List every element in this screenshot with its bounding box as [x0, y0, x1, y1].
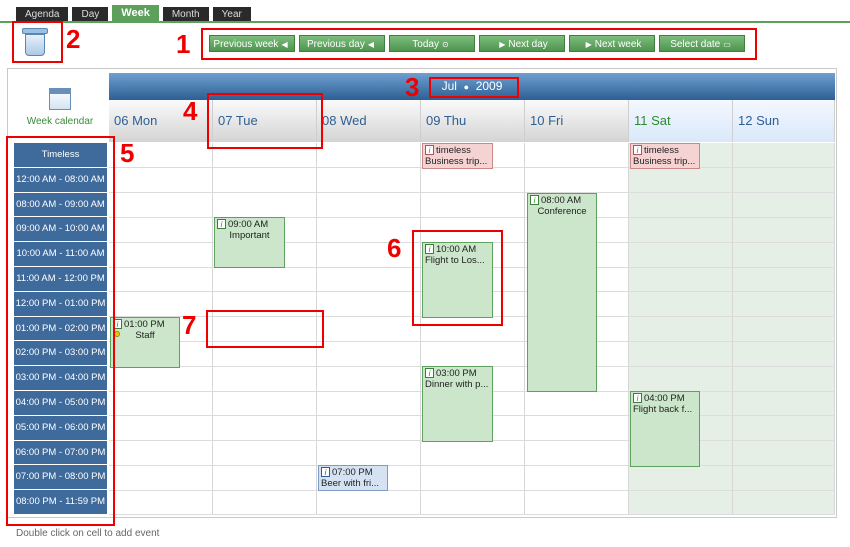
- event-title: Beer with fri...: [321, 478, 380, 489]
- view-tabs: Agenda Day Week Month Year: [16, 5, 251, 22]
- event-business-trip-sat[interactable]: i timeless Business trip...: [630, 143, 700, 169]
- event-title: Staff: [135, 330, 155, 341]
- week-calendar-label: Week calendar: [26, 116, 94, 127]
- annotation-box-6: [412, 230, 503, 326]
- week-calendar-link[interactable]: Week calendar: [15, 88, 105, 127]
- event-dinner[interactable]: i 03:00 PM Dinner with p...: [422, 366, 493, 442]
- annotation-number-5: 5: [120, 138, 135, 168]
- info-icon[interactable]: i: [425, 145, 434, 155]
- event-time: 03:00 PM: [436, 368, 477, 379]
- day-column-wed[interactable]: [317, 143, 421, 515]
- annotation-box-7: [206, 310, 324, 348]
- event-title: Flight back f...: [633, 404, 693, 415]
- day-header-fri[interactable]: 10 Fri: [525, 100, 629, 142]
- tab-divider: [0, 21, 850, 23]
- event-title: Business trip...: [425, 156, 488, 167]
- annotation-number-7: 7: [182, 310, 197, 340]
- grid-line: [109, 465, 835, 466]
- day-header-sat[interactable]: 11 Sat: [629, 100, 733, 142]
- tab-day[interactable]: Day: [72, 7, 109, 22]
- day-column-thu[interactable]: [421, 143, 525, 515]
- annotation-box-2: [12, 21, 63, 63]
- annotation-number-4: 4: [183, 96, 198, 126]
- day-header-wed[interactable]: 08 Wed: [317, 100, 421, 142]
- event-time: 04:00 PM: [644, 393, 685, 404]
- info-icon[interactable]: i: [530, 195, 539, 205]
- annotation-number-6: 6: [387, 233, 402, 263]
- annotation-number-1: 1: [176, 29, 191, 59]
- event-staff[interactable]: i 01:00 PM Staff: [110, 317, 180, 368]
- info-icon[interactable]: i: [633, 393, 642, 403]
- grid-line: [109, 490, 835, 491]
- annotation-box-1: [201, 28, 757, 60]
- annotation-number-2: 2: [66, 24, 81, 54]
- annotation-box-3: [429, 77, 519, 98]
- info-icon[interactable]: i: [425, 368, 434, 378]
- event-title: Business trip...: [633, 156, 696, 167]
- day-header-sun[interactable]: 12 Sun: [733, 100, 835, 142]
- event-time: 09:00 AM: [228, 219, 269, 230]
- event-time: timeless: [436, 145, 471, 156]
- tab-week[interactable]: Week: [112, 5, 159, 22]
- tab-agenda[interactable]: Agenda: [16, 7, 69, 22]
- event-time: 08:00 AM: [541, 195, 582, 206]
- calendar-icon: [49, 88, 71, 110]
- annotation-box-4: [207, 93, 323, 149]
- day-column-sun[interactable]: [733, 143, 835, 515]
- event-time: 01:00 PM: [124, 319, 165, 330]
- annotation-box-5: [6, 136, 115, 526]
- event-title: Important: [229, 230, 270, 241]
- event-conference[interactable]: i 08:00 AM Conference: [527, 193, 597, 392]
- tab-year[interactable]: Year: [212, 7, 251, 22]
- event-time: timeless: [644, 145, 679, 156]
- event-time: 07:00 PM: [332, 467, 373, 478]
- tab-month[interactable]: Month: [162, 7, 209, 22]
- footer-hint: Double click on cell to add event: [16, 528, 160, 539]
- info-icon[interactable]: i: [217, 219, 226, 229]
- grid-line: [109, 514, 835, 515]
- event-business-trip-thu[interactable]: i timeless Business trip...: [422, 143, 493, 169]
- event-flight-back[interactable]: i 04:00 PM Flight back f...: [630, 391, 700, 467]
- grid-line: [109, 192, 835, 193]
- event-beer[interactable]: i 07:00 PM Beer with fri...: [318, 465, 388, 491]
- event-title: Conference: [537, 206, 587, 217]
- event-important[interactable]: i 09:00 AM Important: [214, 217, 285, 268]
- day-header-thu[interactable]: 09 Thu: [421, 100, 525, 142]
- event-title: Dinner with p...: [425, 379, 489, 390]
- info-icon[interactable]: i: [633, 145, 642, 155]
- info-icon[interactable]: i: [321, 467, 330, 477]
- annotation-number-3: 3: [405, 72, 420, 102]
